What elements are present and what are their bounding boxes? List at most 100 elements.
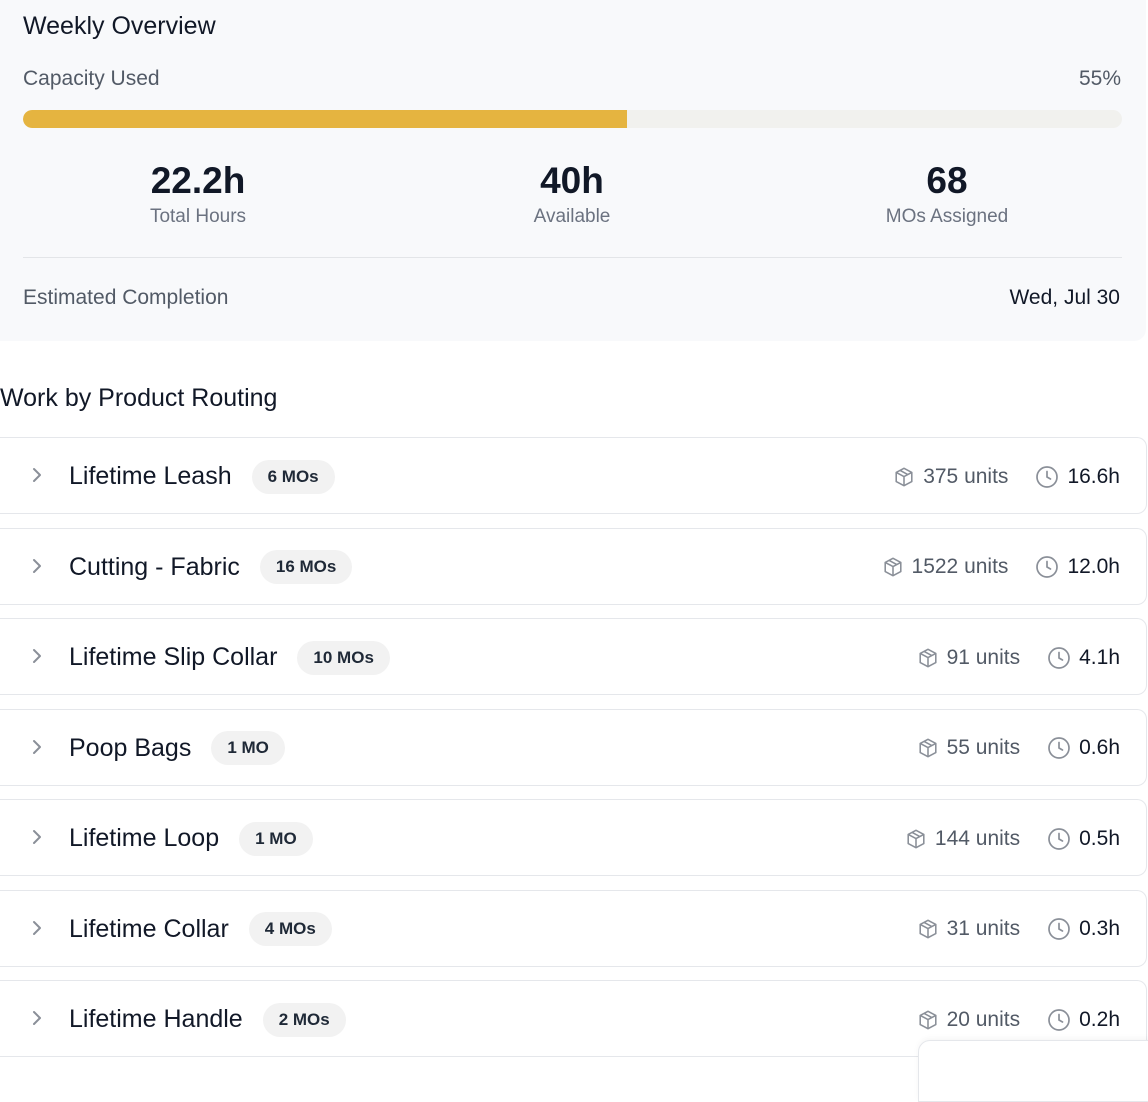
routing-row[interactable]: Lifetime Collar 4 MOs 31 units 0.3h: [0, 889, 1147, 968]
routing-name-group: Poop Bags 1 MO: [69, 710, 285, 787]
hours-value: 4.1h: [1047, 646, 1120, 670]
hours-text: 0.5h: [1079, 826, 1120, 850]
hours-value: 12.0h: [1035, 555, 1120, 579]
chevron-right-icon[interactable]: [27, 827, 47, 847]
routing-meta: 55 units 0.6h: [917, 710, 1120, 787]
hours-value: 16.6h: [1035, 465, 1120, 489]
mo-count-badge: 16 MOs: [259, 550, 353, 584]
routing-meta: 375 units 16.6h: [893, 438, 1120, 515]
units-text: 144 units: [934, 826, 1021, 850]
package-icon: [882, 556, 904, 578]
floating-panel-edge: [918, 1040, 1148, 1102]
stat-total-hours: 22.2h Total Hours: [48, 158, 348, 228]
routing-meta: 91 units 4.1h: [917, 619, 1120, 696]
mo-count-badge: 1 MO: [239, 821, 313, 856]
work-by-routing-title: Work by Product Routing: [0, 384, 278, 412]
routing-row[interactable]: Lifetime Loop 1 MO 144 units 0.5h: [0, 799, 1147, 876]
routing-name: Lifetime Handle: [69, 1005, 243, 1033]
hours-text: 12.0h: [1067, 555, 1120, 578]
mo-count-badge: 10 MOs: [297, 640, 390, 675]
routing-row[interactable]: Lifetime Leash 6 MOs 375 units 16.6h: [0, 437, 1147, 514]
clock-icon: [1047, 1008, 1071, 1032]
stat-total-hours-label: Total Hours: [149, 206, 247, 227]
hours-text: 0.2h: [1079, 1007, 1120, 1031]
routing-name: Lifetime Leash: [69, 462, 232, 490]
routing-name-group: Cutting - Fabric 16 MOs: [69, 529, 353, 606]
stat-total-hours-value: 22.2h: [150, 160, 246, 201]
hours-text: 4.1h: [1079, 645, 1120, 669]
mo-count-badge: 4 MOs: [248, 912, 332, 946]
clock-icon: [1047, 917, 1071, 941]
hours-value: 0.3h: [1047, 917, 1120, 941]
units-count: 91 units: [917, 645, 1021, 670]
clock-icon: [1047, 736, 1071, 760]
routing-meta: 144 units 0.5h: [905, 800, 1120, 877]
routing-name: Poop Bags: [69, 733, 192, 762]
units-text: 31 units: [946, 917, 1021, 940]
hours-text: 0.3h: [1079, 917, 1120, 940]
package-icon: [905, 828, 927, 850]
hours-value: 0.2h: [1047, 1008, 1120, 1032]
stat-mos-assigned-value: 68: [926, 160, 968, 201]
routing-name: Lifetime Loop: [69, 824, 220, 852]
mo-count-badge: 1 MO: [211, 731, 285, 765]
units-count: 375 units: [893, 465, 1008, 489]
weekly-overview-title: Weekly Overview: [23, 12, 216, 40]
stat-mos-assigned-label: MOs Assigned: [885, 206, 1009, 227]
routing-name: Cutting - Fabric: [69, 552, 240, 581]
units-text: 55 units: [946, 736, 1021, 759]
mo-count-badge: 6 MOs: [251, 459, 335, 494]
routing-meta: 31 units 0.3h: [917, 891, 1120, 968]
routing-name: Lifetime Collar: [69, 914, 229, 943]
routing-name-group: Lifetime Loop 1 MO: [69, 800, 313, 877]
package-icon: [917, 647, 939, 669]
estimated-completion-date: Wed, Jul 30: [1009, 286, 1120, 309]
routing-row[interactable]: Cutting - Fabric 16 MOs 1522 units 12.0h: [0, 527, 1147, 606]
hours-text: 0.6h: [1079, 736, 1120, 759]
units-count: 144 units: [905, 827, 1020, 851]
stat-available-label: Available: [533, 206, 611, 227]
routing-name-group: Lifetime Handle 2 MOs: [69, 981, 346, 1058]
weekly-overview-card: Weekly Overview Capacity Used 55% 22.2h …: [0, 0, 1146, 341]
clock-icon: [1035, 555, 1059, 579]
package-icon: [917, 1009, 939, 1031]
units-count: 20 units: [917, 1007, 1021, 1032]
units-text: 91 units: [946, 645, 1021, 669]
routing-meta: 1522 units 12.0h: [882, 529, 1120, 606]
package-icon: [893, 466, 915, 488]
routing-row[interactable]: Poop Bags 1 MO 55 units 0.6h: [0, 708, 1147, 787]
routing-name: Lifetime Slip Collar: [69, 643, 278, 671]
units-text: 20 units: [946, 1007, 1021, 1031]
hours-value: 0.6h: [1047, 736, 1120, 760]
capacity-progress-bar: [23, 110, 1122, 128]
chevron-right-icon[interactable]: [27, 646, 47, 666]
capacity-used-percent: 55%: [1078, 67, 1121, 90]
units-count: 1522 units: [882, 555, 1009, 579]
clock-icon: [1035, 465, 1059, 489]
routing-name-group: Lifetime Slip Collar 10 MOs: [69, 619, 390, 696]
units-count: 55 units: [917, 736, 1021, 760]
stat-mos-assigned: 68 MOs Assigned: [797, 158, 1097, 228]
routing-name-group: Lifetime Leash 6 MOs: [69, 438, 335, 515]
routing-name-group: Lifetime Collar 4 MOs: [69, 891, 332, 968]
package-icon: [917, 918, 939, 940]
chevron-right-icon[interactable]: [27, 1008, 47, 1028]
chevron-right-icon[interactable]: [27, 556, 47, 576]
units-text: 375 units: [923, 464, 1009, 488]
hours-value: 0.5h: [1047, 827, 1120, 851]
routing-row[interactable]: Lifetime Slip Collar 10 MOs 91 units 4.1…: [0, 618, 1147, 695]
routing-list: Lifetime Leash 6 MOs 375 units 16.6h Cut…: [0, 437, 1147, 1071]
chevron-right-icon[interactable]: [27, 737, 47, 757]
estimated-completion-label: Estimated Completion: [23, 286, 229, 309]
chevron-right-icon[interactable]: [27, 918, 47, 938]
overview-divider: [23, 257, 1122, 258]
stat-available: 40h Available: [422, 158, 722, 228]
units-text: 1522 units: [911, 555, 1009, 578]
clock-icon: [1047, 827, 1071, 851]
capacity-progress-fill: [23, 110, 628, 128]
package-icon: [917, 737, 939, 759]
mo-count-badge: 2 MOs: [262, 1002, 346, 1037]
chevron-right-icon[interactable]: [27, 465, 47, 485]
capacity-used-label: Capacity Used: [23, 67, 160, 90]
clock-icon: [1047, 646, 1071, 670]
